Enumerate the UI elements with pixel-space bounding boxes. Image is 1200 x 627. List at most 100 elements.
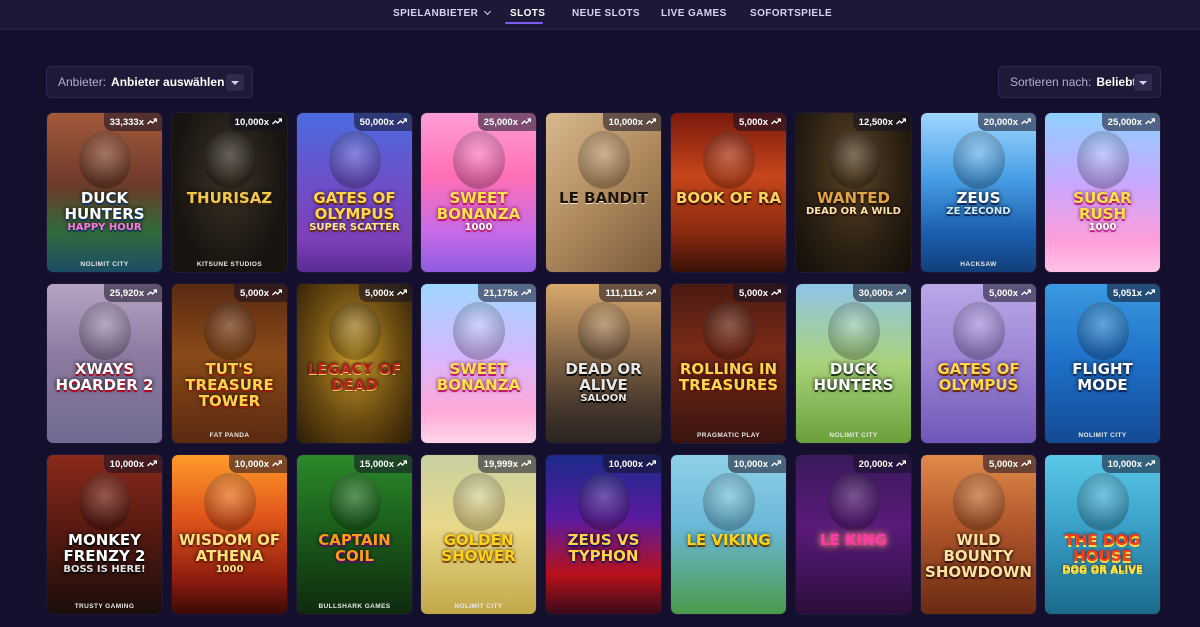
top-navigation: SPIELANBIETER SLOTS NEUE SLOTS LIVE GAME… — [0, 0, 1200, 30]
game-title: Dead or Alive Saloon — [550, 361, 657, 404]
game-character-art — [828, 473, 880, 531]
game-character-art — [578, 131, 630, 189]
game-tile[interactable]: 5,000x Rolling in Treasures PRAGMATIC PLAY — [671, 284, 786, 443]
game-subtitle: 1000 — [1088, 221, 1117, 233]
game-tile[interactable]: 10,000x Wisdom of Athena 1000 — [172, 455, 287, 614]
game-character-art — [329, 302, 381, 360]
game-tile[interactable]: 21,175x Sweet Bonanza — [421, 284, 536, 443]
max-win-badge: 50,000x — [353, 113, 412, 131]
game-character-art — [453, 131, 505, 189]
trending-up-icon — [1145, 288, 1156, 299]
game-tile[interactable]: 19,999x Golden Shower NOLIMIT CITY — [421, 455, 536, 614]
game-tile[interactable]: 10,000x Monkey Frenzy 2 Boss is Here! TRUST… — [47, 455, 162, 614]
nav-item-neue-slots[interactable]: NEUE SLOTS — [572, 8, 640, 19]
provider-filter-value: Anbieter auswählen — [111, 75, 225, 89]
game-tile[interactable]: 20,000x Le King — [796, 455, 911, 614]
max-win-multiplier: 20,000x — [983, 116, 1018, 128]
game-studio-logo: PRAGMATIC PLAY — [696, 432, 761, 439]
game-title: Le Bandit — [550, 190, 657, 207]
max-win-badge: 25,000x — [477, 113, 536, 131]
game-tile[interactable]: 25,920x xWays Hoarder 2 — [47, 284, 162, 443]
game-studio-logo: KITSUNE STUDIOS — [196, 261, 263, 268]
game-studio-logo: TRUSTY GAMING — [74, 603, 135, 610]
game-tile[interactable]: 12,500x Wanted Dead or a Wild — [796, 113, 911, 272]
trending-up-icon — [1021, 288, 1032, 299]
max-win-multiplier: 10,000x — [608, 116, 643, 128]
max-win-badge: 5,000x — [982, 455, 1036, 473]
game-title-text: Sweet Bonanza — [436, 360, 521, 394]
game-title-text: xWays Hoarder 2 — [55, 360, 154, 394]
sort-dropdown[interactable]: Sortieren nach: Beliebt — [998, 66, 1161, 98]
max-win-badge: 5,000x — [732, 284, 786, 302]
max-win-badge: 21,175x — [477, 284, 536, 302]
trending-up-icon — [397, 288, 408, 299]
game-subtitle: Ze Zecond — [946, 205, 1011, 217]
nav-item-live-games[interactable]: LIVE GAMES — [661, 8, 727, 19]
game-tile[interactable]: 25,000x Sugar Rush 1000 — [1045, 113, 1160, 272]
game-tile[interactable]: 25,000x Sweet Bonanza 1000 — [421, 113, 536, 272]
game-title-text: Flight Mode — [1072, 360, 1133, 394]
max-win-multiplier: 10,000x — [234, 116, 269, 128]
nav-item-label: SLOTS — [510, 8, 546, 19]
max-win-badge: 5,051x — [1106, 284, 1160, 302]
nav-item-label: SPIELANBIETER — [393, 8, 479, 19]
trending-up-icon — [771, 288, 782, 299]
max-win-multiplier: 5,000x — [239, 287, 269, 299]
nav-item-slots[interactable]: SLOTS — [510, 8, 545, 19]
game-tile[interactable]: 5,051x Flight Mode NOLIMIT CITY — [1045, 284, 1160, 443]
game-title: Le Viking — [675, 532, 782, 549]
game-tile[interactable]: 33,333x Duck Hunters Happy Hour NOLIMIT CIT… — [47, 113, 162, 272]
game-character-art — [703, 473, 755, 531]
game-tile[interactable]: 10,000x Zeus vs Typhon — [546, 455, 661, 614]
nav-item-spielanbieter[interactable]: SPIELANBIETER — [393, 7, 492, 19]
game-studio-logo: NOLIMIT CITY — [454, 603, 503, 610]
active-tab-indicator — [505, 22, 543, 24]
trending-up-icon — [147, 117, 158, 128]
max-win-multiplier: 111,111x — [605, 287, 643, 299]
game-tile[interactable]: 10,000x Le Viking — [671, 455, 786, 614]
game-tile[interactable]: 10,000x The Dog House Dog or Alive — [1045, 455, 1160, 614]
game-tile[interactable]: 111,111x Dead or Alive Saloon — [546, 284, 661, 443]
max-win-multiplier: 21,175x — [483, 287, 518, 299]
chevron-down-icon — [226, 74, 244, 91]
game-tile[interactable]: 5,000x Gates of Olympus — [921, 284, 1036, 443]
game-tile[interactable]: 10,000x Thurisaz KITSUNE STUDIOS — [172, 113, 287, 272]
game-title: The Dog House Dog or Alive — [1049, 531, 1156, 575]
game-tile[interactable]: 5,000x Legacy of Dead — [297, 284, 412, 443]
game-title-text: Zeus vs Typhon — [567, 531, 640, 565]
game-tile[interactable]: 5,000x Tut's Treasure Tower FAT PANDA — [172, 284, 287, 443]
game-tile[interactable]: 5,000x Wild Bounty Showdown — [921, 455, 1036, 614]
game-studio-logo: NOLIMIT CITY — [829, 432, 878, 439]
game-tile[interactable]: 5,000x Book of Ra — [671, 113, 786, 272]
game-tile[interactable]: 50,000x Gates of Olympus Super Scatter — [297, 113, 412, 272]
game-title-text: Duck Hunters — [64, 189, 145, 223]
sort-label: Sortieren nach: — [1010, 75, 1092, 89]
provider-filter-dropdown[interactable]: Anbieter: Anbieter auswählen — [46, 66, 253, 98]
max-win-multiplier: 25,920x — [109, 287, 144, 299]
max-win-multiplier: 5,000x — [738, 116, 768, 128]
game-tile[interactable]: 15,000x Captain Coil BULLSHARK GAMES — [297, 455, 412, 614]
game-title-text: Book of Ra — [675, 189, 782, 207]
game-tile[interactable]: 30,000x Duck Hunters NOLIMIT CITY — [796, 284, 911, 443]
game-title: Gates of Olympus — [925, 361, 1032, 394]
game-studio-logo: NOLIMIT CITY — [80, 261, 129, 268]
trending-up-icon — [397, 117, 408, 128]
game-title-text: The Dog House — [1064, 531, 1141, 565]
nav-item-label: SOFORTSPIELE — [750, 8, 833, 19]
max-win-multiplier: 19,999x — [483, 458, 518, 470]
trending-up-icon — [1145, 459, 1156, 470]
game-studio-logo: NOLIMIT CITY — [1078, 432, 1127, 439]
chevron-down-icon — [484, 7, 492, 16]
nav-item-sofortspiele[interactable]: SOFORTSPIELE — [750, 8, 832, 19]
game-tile[interactable]: 20,000x Zeus Ze Zecond HACKSAW — [921, 113, 1036, 272]
max-win-multiplier: 5,051x — [1112, 287, 1142, 299]
game-character-art — [828, 131, 880, 189]
max-win-multiplier: 20,000x — [858, 458, 893, 470]
trending-up-icon — [521, 459, 532, 470]
game-title: Legacy of Dead — [301, 361, 408, 394]
game-tile[interactable]: 10,000x Le Bandit — [546, 113, 661, 272]
trending-up-icon — [896, 117, 907, 128]
game-title: Duck Hunters — [800, 361, 907, 394]
max-win-badge: 5,000x — [358, 284, 412, 302]
game-title: Zeus Ze Zecond — [925, 190, 1032, 217]
